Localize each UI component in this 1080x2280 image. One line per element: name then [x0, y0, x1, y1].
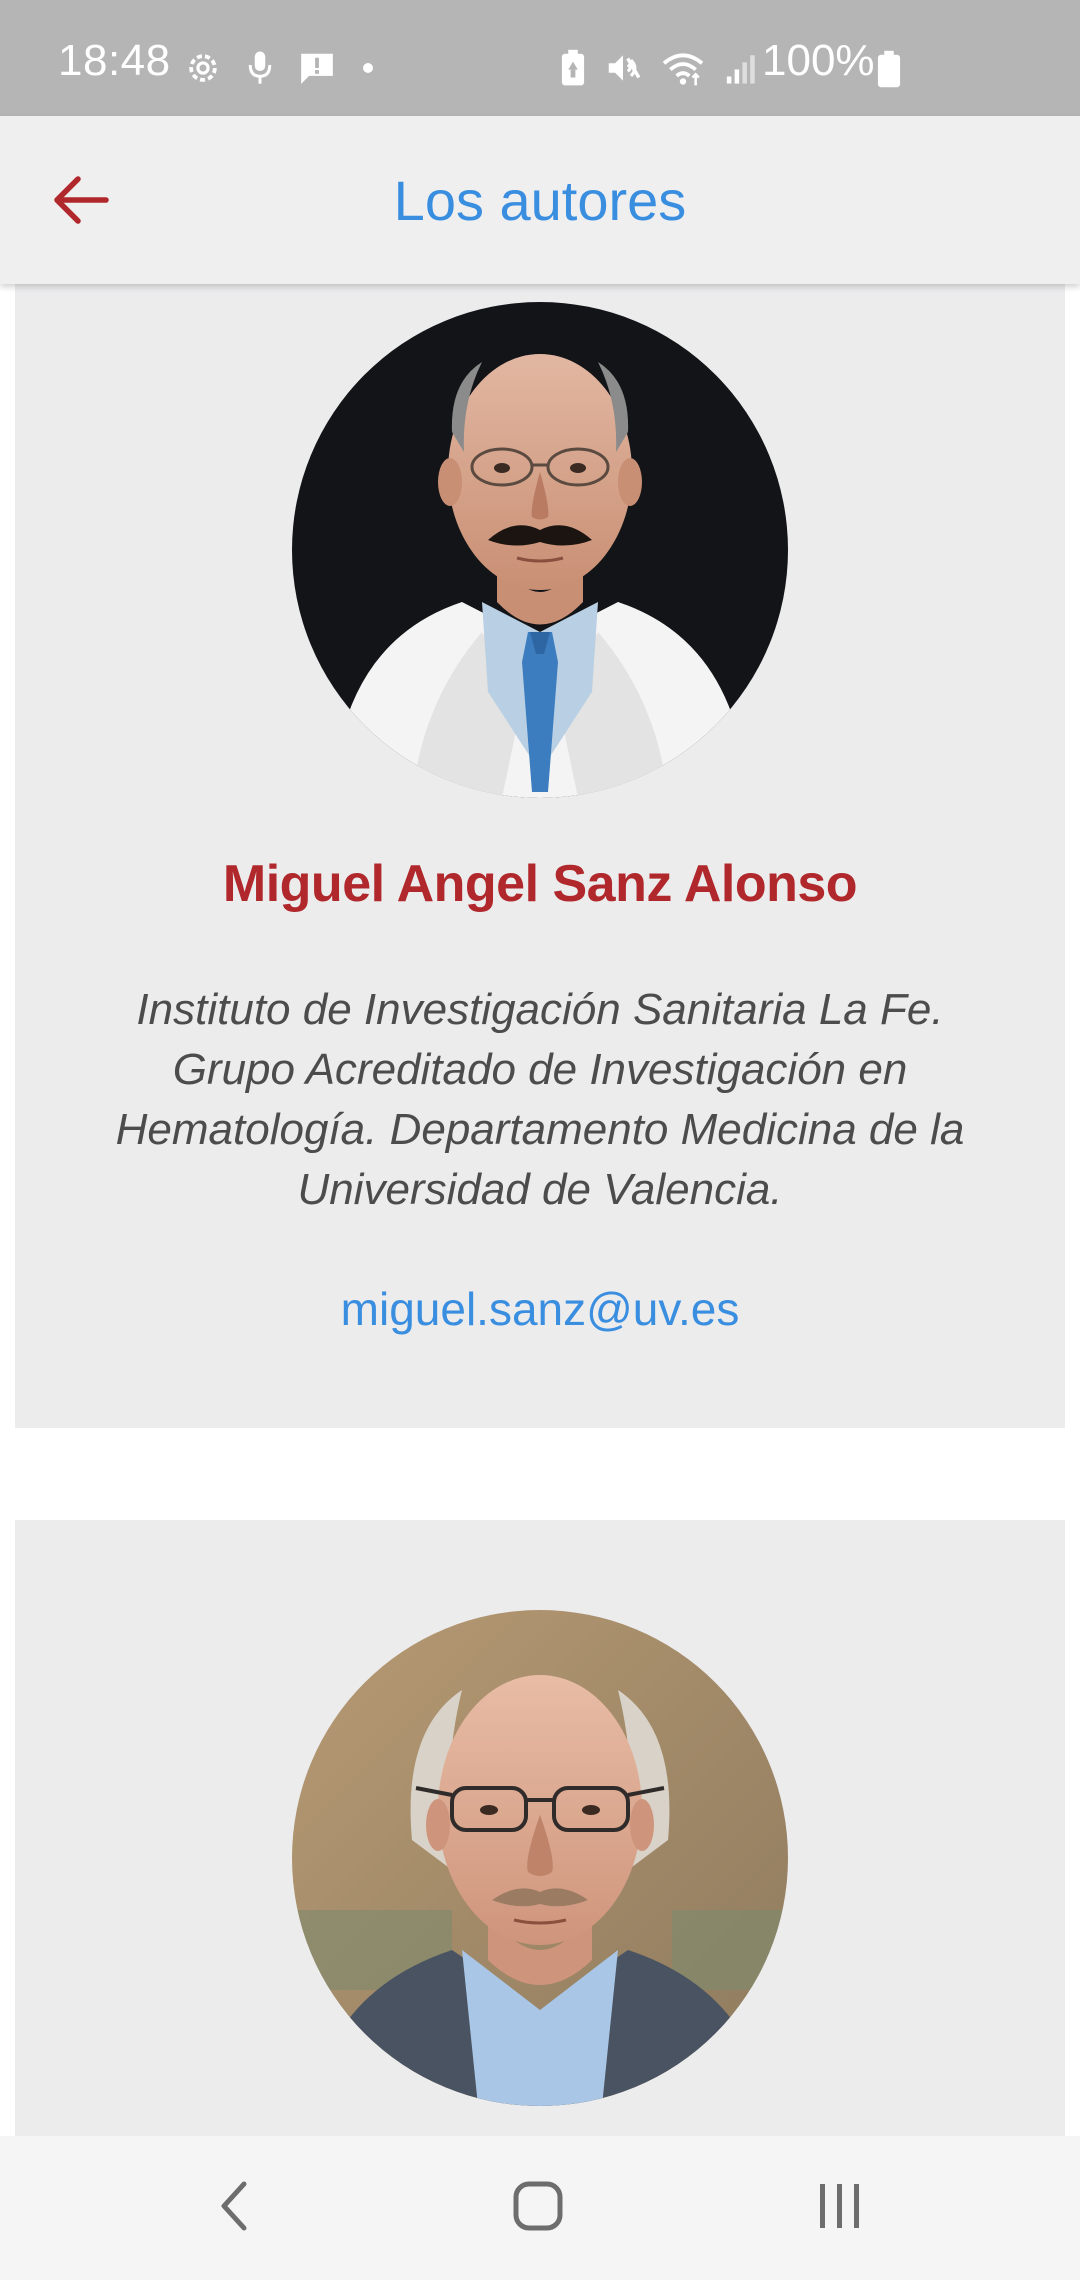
mute-icon	[604, 49, 642, 92]
gear-icon	[184, 49, 222, 92]
recents-nav-button[interactable]	[790, 2166, 890, 2250]
author-affiliation: Instituto de Investigación Sanitaria La …	[115, 985, 965, 1214]
battery-saver-icon	[560, 49, 586, 92]
app-bar: Los autores	[0, 116, 1080, 284]
author-name: Miguel Angel Sanz Alonso	[222, 855, 858, 913]
status-icons-left	[184, 44, 374, 96]
battery-percent: 100%	[762, 36, 875, 85]
page-title: Los autores	[393, 169, 687, 232]
status-bar: 18:48 100%	[0, 0, 1080, 116]
back-nav-icon	[214, 2178, 254, 2239]
author-card	[15, 1520, 1065, 2140]
author-photo	[292, 1610, 788, 2106]
status-icons-right	[560, 44, 758, 96]
dot-icon	[362, 61, 374, 79]
author-email-link[interactable]: miguel.sanz@uv.es	[15, 1282, 1065, 1336]
recents-nav-icon	[814, 2180, 866, 2237]
status-time: 18:48	[58, 36, 171, 85]
mic-icon	[248, 50, 272, 91]
author-photo	[292, 302, 788, 798]
signal-icon	[724, 51, 758, 90]
wifi-icon	[660, 49, 706, 92]
back-nav-button[interactable]	[184, 2166, 284, 2250]
home-nav-icon	[510, 2178, 566, 2239]
alert-message-icon	[298, 50, 336, 91]
screen: 18:48 100% Los autores Miguel Angel Sanz…	[0, 0, 1080, 2280]
home-nav-button[interactable]	[488, 2166, 588, 2250]
battery-icon	[876, 50, 902, 93]
navigation-bar	[0, 2136, 1080, 2280]
author-card: Miguel Angel Sanz Alonso Instituto de In…	[15, 284, 1065, 1428]
